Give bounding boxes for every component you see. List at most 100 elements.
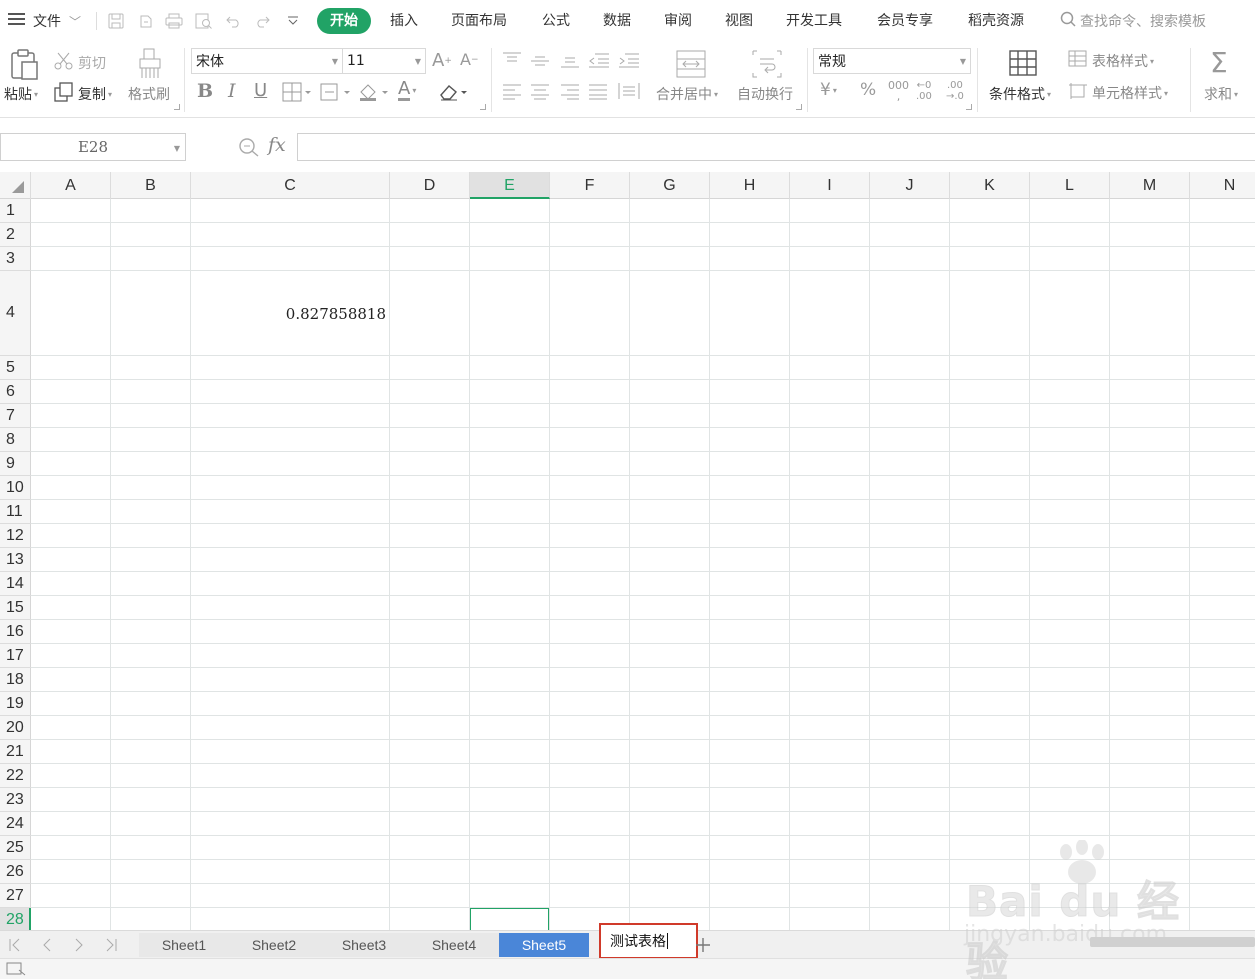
- tab-formulas[interactable]: 公式: [538, 8, 574, 34]
- column-header-n[interactable]: N: [1190, 172, 1255, 199]
- font-size-select[interactable]: 11 ▼: [342, 48, 426, 74]
- align-right-icon[interactable]: [560, 84, 580, 100]
- row-header-27[interactable]: 27: [0, 884, 31, 908]
- row-header-22[interactable]: 22: [0, 764, 31, 788]
- column-header-b[interactable]: B: [111, 172, 191, 199]
- row-header-7[interactable]: 7: [0, 404, 31, 428]
- dialog-launcher-icon[interactable]: [796, 104, 802, 110]
- bold-icon[interactable]: B: [197, 80, 213, 102]
- sigma-icon[interactable]: Σ: [1210, 46, 1228, 79]
- increase-decimal-icon[interactable]: ←0.00: [916, 80, 932, 102]
- dialog-launcher-icon[interactable]: [966, 104, 972, 110]
- row-header-11[interactable]: 11: [0, 500, 31, 524]
- column-header-g[interactable]: G: [630, 172, 710, 199]
- function-icon[interactable]: fx: [268, 134, 286, 156]
- distributed-align-icon[interactable]: [618, 82, 640, 100]
- cell-c4[interactable]: 0.827858818: [191, 305, 386, 323]
- formula-input[interactable]: [297, 133, 1255, 161]
- cell-area[interactable]: 0.827858818: [31, 199, 1255, 930]
- column-header-c[interactable]: C: [191, 172, 390, 199]
- tab-member[interactable]: 会员专享: [873, 8, 937, 34]
- tab-page-layout[interactable]: 页面布局: [447, 8, 511, 34]
- sheet-tab-sheet4[interactable]: Sheet4: [409, 933, 499, 957]
- row-header-9[interactable]: 9: [0, 452, 31, 476]
- underline-icon[interactable]: U: [254, 80, 267, 101]
- next-sheet-icon[interactable]: [68, 934, 90, 956]
- column-header-a[interactable]: A: [31, 172, 111, 199]
- save-icon[interactable]: [106, 11, 126, 31]
- align-bottom-icon[interactable]: [560, 54, 580, 68]
- print-preview-icon[interactable]: [194, 11, 214, 31]
- column-header-l[interactable]: L: [1030, 172, 1110, 199]
- align-middle-icon[interactable]: [530, 54, 550, 68]
- sheet-tab-sheet1[interactable]: Sheet1: [139, 933, 229, 957]
- horizontal-scrollbar[interactable]: [1090, 937, 1255, 947]
- tab-home[interactable]: 开始: [317, 8, 371, 34]
- align-left-icon[interactable]: [502, 84, 522, 100]
- fill-color-icon[interactable]: [358, 82, 390, 102]
- paste-icon[interactable]: [9, 48, 39, 80]
- row-header-15[interactable]: 15: [0, 596, 31, 620]
- sheet-tab-sheet3[interactable]: Sheet3: [319, 933, 409, 957]
- sheet-rename-input[interactable]: 测试表格: [599, 923, 698, 959]
- row-header-25[interactable]: 25: [0, 836, 31, 860]
- row-header-12[interactable]: 12: [0, 524, 31, 548]
- align-center-icon[interactable]: [530, 84, 550, 100]
- print-icon[interactable]: [164, 11, 184, 31]
- last-sheet-icon[interactable]: [100, 934, 122, 956]
- row-header-19[interactable]: 19: [0, 692, 31, 716]
- row-header-17[interactable]: 17: [0, 644, 31, 668]
- row-header-23[interactable]: 23: [0, 788, 31, 812]
- row-header-8[interactable]: 8: [0, 428, 31, 452]
- number-format-select[interactable]: 常规 ▼: [813, 48, 971, 74]
- tab-review[interactable]: 审阅: [660, 8, 696, 34]
- thousands-separator-icon[interactable]: 000,: [888, 80, 909, 102]
- cell-style-button[interactable]: 单元格样式 ▾: [1068, 82, 1168, 104]
- font-color-icon[interactable]: A ▾: [398, 80, 416, 101]
- command-search[interactable]: 查找命令、搜索模板: [1060, 8, 1206, 34]
- column-header-m[interactable]: M: [1110, 172, 1190, 199]
- border-icon[interactable]: [282, 82, 312, 102]
- justify-icon[interactable]: [588, 84, 608, 100]
- italic-icon[interactable]: I: [228, 80, 236, 102]
- column-header-e[interactable]: E: [470, 172, 550, 199]
- row-header-2[interactable]: 2: [0, 223, 31, 247]
- percent-icon[interactable]: %: [860, 80, 876, 100]
- row-header-28[interactable]: 28: [0, 908, 31, 930]
- row-header-6[interactable]: 6: [0, 380, 31, 404]
- redo-icon[interactable]: [252, 11, 272, 31]
- tab-developer[interactable]: 开发工具: [782, 8, 846, 34]
- align-top-icon[interactable]: [502, 52, 522, 66]
- column-header-j[interactable]: J: [870, 172, 950, 199]
- decrease-font-icon[interactable]: A −: [460, 50, 479, 69]
- decrease-indent-icon[interactable]: [588, 52, 610, 68]
- row-header-4[interactable]: 4: [0, 271, 31, 356]
- format-painter-button[interactable]: 格式刷: [128, 84, 170, 104]
- row-header-21[interactable]: 21: [0, 740, 31, 764]
- row-header-5[interactable]: 5: [0, 356, 31, 380]
- sheet-tab-sheet5[interactable]: Sheet5: [499, 933, 589, 957]
- row-header-20[interactable]: 20: [0, 716, 31, 740]
- add-sheet-icon[interactable]: [693, 934, 713, 956]
- customize-toolbar-icon[interactable]: [283, 11, 303, 31]
- column-header-k[interactable]: K: [950, 172, 1030, 199]
- row-header-13[interactable]: 13: [0, 548, 31, 572]
- undo-icon[interactable]: [224, 11, 244, 31]
- cell-merge-style-icon[interactable]: [320, 82, 352, 102]
- tab-data[interactable]: 数据: [599, 8, 635, 34]
- conditional-format-button[interactable]: 条件格式 ▾: [989, 84, 1051, 104]
- row-header-10[interactable]: 10: [0, 476, 31, 500]
- column-header-f[interactable]: F: [550, 172, 630, 199]
- sum-button[interactable]: 求和 ▾: [1204, 84, 1238, 104]
- sheet-tab-sheet2[interactable]: Sheet2: [229, 933, 319, 957]
- first-sheet-icon[interactable]: [4, 934, 26, 956]
- format-painter-icon[interactable]: [138, 48, 162, 80]
- row-header-3[interactable]: 3: [0, 247, 31, 271]
- column-header-d[interactable]: D: [390, 172, 470, 199]
- row-header-16[interactable]: 16: [0, 620, 31, 644]
- decrease-decimal-icon[interactable]: .00 →.0: [946, 80, 964, 102]
- tab-docer[interactable]: 稻壳资源: [964, 8, 1028, 34]
- row-header-14[interactable]: 14: [0, 572, 31, 596]
- wrap-text-button[interactable]: 自动换行: [737, 84, 793, 104]
- prev-sheet-icon[interactable]: [36, 934, 58, 956]
